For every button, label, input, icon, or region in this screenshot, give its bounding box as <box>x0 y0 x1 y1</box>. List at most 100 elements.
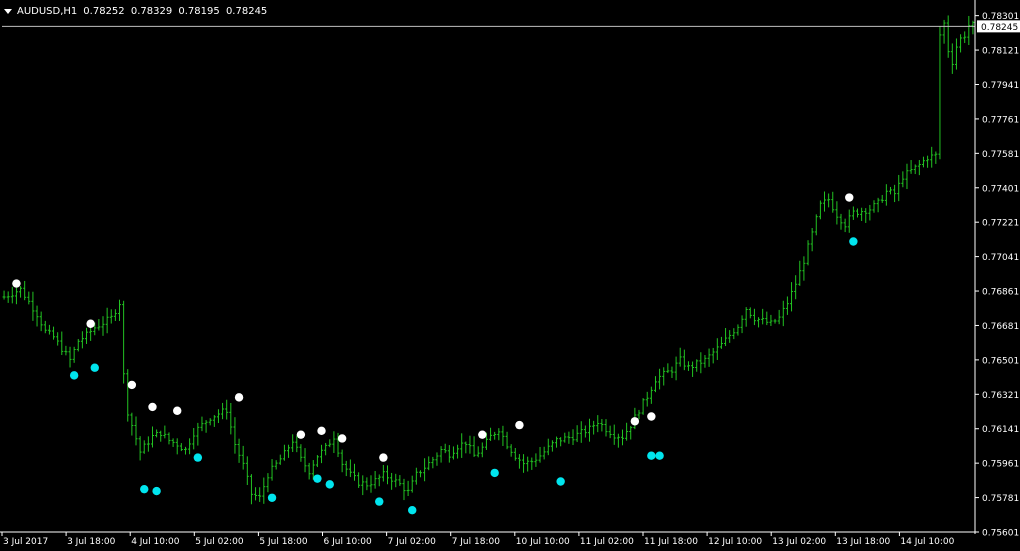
ohlc-bar <box>847 209 851 233</box>
ohlc-bar <box>451 446 455 460</box>
ohlc-bar <box>159 430 163 442</box>
ohlc-bar <box>423 458 427 482</box>
ohlc-bar <box>542 446 546 460</box>
ohlc-bar <box>150 426 154 448</box>
ohlc-bar <box>163 425 167 439</box>
ohlc-bar <box>340 449 344 473</box>
ohlc-bar <box>608 425 612 439</box>
ohlc-bar <box>402 478 406 501</box>
ohlc-bar <box>818 200 822 220</box>
ohlc-bar <box>278 454 282 465</box>
fractal-up-dot <box>337 434 347 443</box>
ohlc-bar <box>913 164 917 175</box>
ohlc-bar <box>109 309 113 324</box>
ohlc-bar <box>122 300 126 384</box>
ohlc-bar <box>950 43 954 74</box>
ohlc-bar <box>773 318 777 324</box>
ohlc-bar <box>369 475 373 493</box>
ohlc-bar <box>711 347 715 364</box>
ohlc-bar <box>674 356 678 381</box>
ohlc-bar <box>744 307 748 327</box>
ohlc-bar <box>10 286 14 304</box>
ohlc-bar <box>245 456 249 485</box>
ohlc-bar <box>431 456 435 469</box>
fractal-down-dot <box>325 480 334 489</box>
fractal-down-dot <box>152 486 161 496</box>
ohlc-bar <box>880 194 884 203</box>
ohlc-bar <box>703 355 707 368</box>
ohlc-bar <box>806 240 810 266</box>
ohlc-bar <box>732 328 736 340</box>
ohlc-bar <box>146 436 150 452</box>
ohlc-bar <box>85 327 89 344</box>
ohlc-bar <box>56 332 60 346</box>
fractal-down-dot <box>313 474 322 483</box>
ohlc-bar <box>579 421 583 443</box>
ohlc-bar <box>188 438 192 455</box>
ohlc-bar <box>348 459 352 478</box>
time-tick-label: 13 Jul 18:00 <box>836 537 890 547</box>
time-tick-label: 13 Jul 02:00 <box>772 537 826 547</box>
ohlc-bar <box>414 467 418 485</box>
fractal-down-dot <box>69 371 79 380</box>
ohlc-bar <box>258 487 262 502</box>
time-tick-label: 11 Jul 18:00 <box>644 537 698 547</box>
ohlc-bar <box>237 438 241 463</box>
ohlc-bar <box>637 409 641 420</box>
price-tick-label: 0.76501 <box>982 356 1019 366</box>
price-tick-label: 0.77401 <box>982 184 1019 194</box>
price-chart[interactable]: 0.783010.781210.779410.777610.775810.774… <box>0 0 1020 551</box>
ohlc-bar <box>225 399 229 420</box>
ohlc-bar <box>798 260 802 286</box>
ohlc-bar <box>130 412 134 436</box>
ohlc-bar <box>126 369 130 422</box>
ohlc-bar <box>563 432 567 443</box>
ohlc-bar <box>884 184 888 206</box>
ohlc-bar <box>963 31 967 44</box>
ohlc-bar <box>699 352 703 374</box>
fractal-down-dot <box>849 237 858 246</box>
price-tick-label: 0.77221 <box>982 219 1019 229</box>
ohlc-bar <box>179 443 183 452</box>
ohlc-bar <box>917 160 921 176</box>
ohlc-bar <box>934 151 938 164</box>
ohlc-bar <box>893 184 897 203</box>
ohlc-bar <box>196 422 200 446</box>
time-tick-label: 7 Jul 02:00 <box>388 537 437 547</box>
fractal-down-dot <box>655 451 664 460</box>
fractal-up-dot <box>296 430 306 439</box>
ohlc-bar <box>167 432 171 445</box>
ohlc-bar <box>385 465 389 485</box>
ohlc-bar <box>480 442 484 458</box>
ohlc-bar <box>534 453 538 467</box>
chart-window[interactable]: AUDUSD,H1 0.78252 0.78329 0.78195 0.7824… <box>0 0 1020 551</box>
ohlc-bar <box>802 256 806 281</box>
ohlc-bar <box>291 434 295 452</box>
ohlc-bar <box>324 442 328 456</box>
ohlc-bar <box>72 346 76 363</box>
ohlc-bar <box>233 417 237 454</box>
ohlc-bar <box>175 438 179 455</box>
ohlc-bar <box>204 420 208 433</box>
ohlc-bar <box>216 409 220 424</box>
ohlc-bar <box>794 275 798 300</box>
ohlc-bar <box>295 435 299 453</box>
ohlc-bar <box>954 38 958 70</box>
ohlc-bar <box>105 307 109 334</box>
ohlc-bar <box>855 208 859 218</box>
ohlc-bar <box>719 336 723 349</box>
ohlc-bar <box>241 445 245 470</box>
ohlc-bar <box>559 437 563 447</box>
ohlc-bar <box>394 473 398 488</box>
ohlc-bar <box>410 475 414 493</box>
ohlc-bar <box>113 309 117 321</box>
ohlc-bar <box>39 311 43 332</box>
ohlc-bar <box>897 174 901 202</box>
ohlc-bar <box>682 349 686 371</box>
ohlc-bar <box>282 444 286 461</box>
ohlc-bar <box>287 444 291 458</box>
ohlc-bar <box>616 433 620 448</box>
ohlc-bar <box>361 475 365 496</box>
ohlc-bar <box>134 416 138 446</box>
fractal-down-dot <box>647 451 656 460</box>
